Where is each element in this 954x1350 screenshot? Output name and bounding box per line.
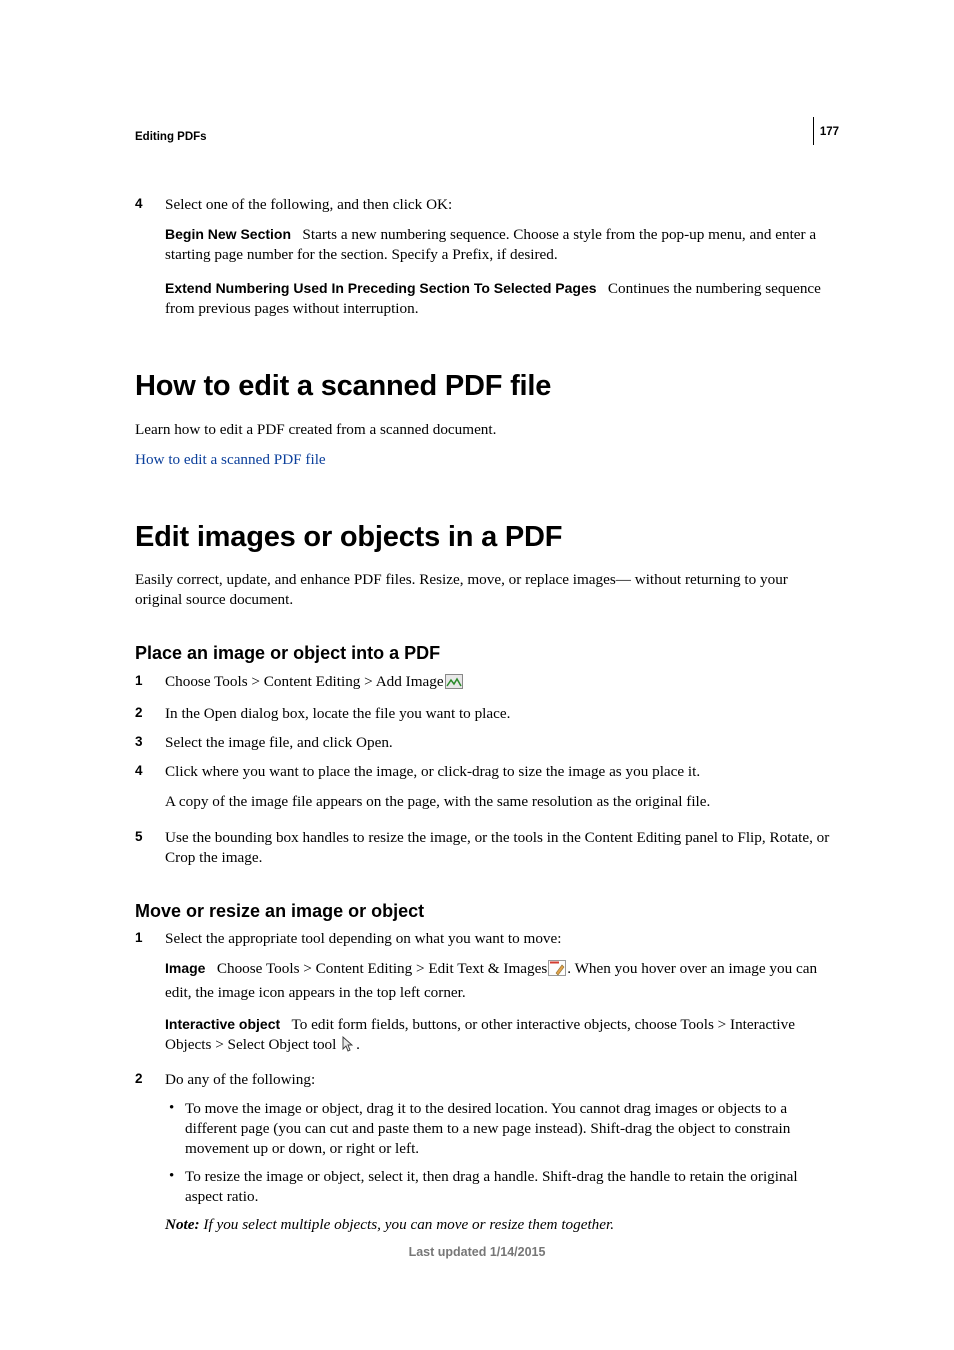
list-number: 1 (135, 672, 143, 690)
subheading-place: Place an image or object into a PDF (135, 642, 834, 666)
continued-list: 4 Select one of the following, and then … (135, 195, 834, 319)
list-item: 1 Select the appropriate tool depending … (135, 929, 834, 949)
definition-block: Extend Numbering Used In Preceding Secti… (135, 279, 834, 319)
term-label: Interactive object (165, 1016, 280, 1032)
term-description (600, 280, 608, 297)
list-item: 5 Use the bounding box handles to resize… (135, 828, 834, 868)
list-text: Click where you want to place the image,… (165, 763, 700, 780)
select-object-tool-icon (341, 1036, 355, 1058)
list-number: 4 (135, 762, 143, 780)
definition-block: Begin New Section Starts a new numbering… (135, 225, 834, 265)
list-item: 2 Do any of the following: (135, 1070, 834, 1090)
list-number: 2 (135, 704, 143, 722)
place-steps: 1 Choose Tools > Content Editing > Add I… (135, 672, 834, 868)
list-text: Choose Tools > Content Editing > Add Ima… (165, 673, 464, 690)
list-item: 3 Select the image file, and click Open. (135, 733, 834, 753)
term-label: Extend Numbering Used In Preceding Secti… (165, 280, 597, 296)
note: Note: If you select multiple objects, yo… (135, 1215, 834, 1235)
paragraph: How to edit a scanned PDF file (135, 450, 834, 470)
list-item: 1 Choose Tools > Content Editing > Add I… (135, 672, 834, 695)
list-item: 4 Click where you want to place the imag… (135, 762, 834, 782)
list-text: Do any of the following: (165, 1071, 315, 1088)
subheading-move: Move or resize an image or object (135, 900, 834, 924)
list-text: In the Open dialog box, locate the file … (165, 705, 510, 722)
definition-block: Interactive object To edit form fields, … (135, 1015, 834, 1058)
link-scanned-pdf[interactable]: How to edit a scanned PDF file (135, 451, 326, 468)
list-number: 4 (135, 195, 143, 213)
list-text: Select one of the following, and then cl… (165, 196, 452, 213)
term-label: Image (165, 960, 205, 976)
bullet-list: To move the image or object, drag it to … (135, 1099, 834, 1207)
paragraph: Easily correct, update, and enhance PDF … (135, 570, 834, 610)
term-text (284, 1016, 292, 1033)
sub-paragraph: A copy of the image file appears on the … (135, 792, 834, 812)
heading-edit-images: Edit images or objects in a PDF (135, 518, 834, 556)
bullet-item: To resize the image or object, select it… (135, 1167, 834, 1207)
list-text: Use the bounding box handles to resize t… (165, 829, 829, 866)
list-text: Select the appropriate tool depending on… (165, 930, 561, 947)
term-label: Begin New Section (165, 226, 291, 242)
page-number: 177 (820, 126, 839, 138)
list-text: Select the image file, and click Open. (165, 734, 393, 751)
definition-block: Image Choose Tools > Content Editing > E… (135, 959, 834, 1002)
bullet-item: To move the image or object, drag it to … (135, 1099, 834, 1159)
page-number-box: 177 (813, 117, 839, 145)
note-label: Note: (165, 1216, 200, 1233)
move-steps: 1 Select the appropriate tool depending … (135, 929, 834, 1235)
term-text (209, 960, 217, 977)
paragraph: Learn how to edit a PDF created from a s… (135, 420, 834, 440)
heading-scanned: How to edit a scanned PDF file (135, 367, 834, 405)
list-number: 5 (135, 828, 143, 846)
page-content: 177 Editing PDFs 4 Select one of the fol… (0, 0, 954, 1350)
edit-text-images-icon (548, 960, 566, 982)
running-header: Editing PDFs (135, 130, 834, 145)
list-item: 4 Select one of the following, and then … (135, 195, 834, 215)
list-number: 1 (135, 929, 143, 947)
list-number: 3 (135, 733, 143, 751)
footer: Last updated 1/14/2015 (0, 1244, 954, 1261)
add-image-icon (445, 674, 463, 695)
list-number: 2 (135, 1070, 143, 1088)
list-item: 2 In the Open dialog box, locate the fil… (135, 704, 834, 724)
